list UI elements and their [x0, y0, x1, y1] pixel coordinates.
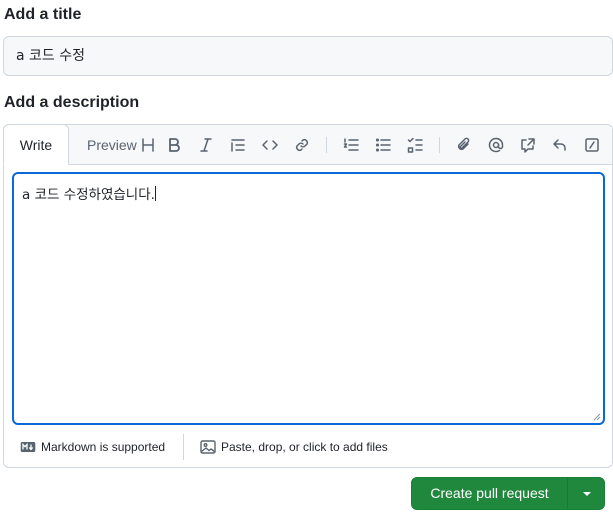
description-text: a 코드 수정하였습니다. — [22, 187, 155, 203]
toolbar-divider — [439, 137, 440, 153]
code-icon[interactable] — [258, 133, 282, 157]
title-label: Add a title — [4, 6, 82, 23]
description-editor: Write Preview a 코드 수정하였습니다. Markdown is … — [3, 124, 613, 468]
markdown-icon — [20, 442, 36, 452]
unordered-list-icon[interactable] — [371, 133, 395, 157]
mention-icon[interactable] — [484, 133, 508, 157]
italic-icon[interactable] — [194, 133, 218, 157]
toolbar-divider — [326, 137, 327, 153]
create-pull-request-button[interactable]: Create pull request — [412, 478, 567, 509]
caret-down-icon — [582, 491, 591, 496]
heading-icon[interactable] — [136, 133, 160, 157]
markdown-supported-link[interactable]: Markdown is supported — [20, 428, 165, 466]
description-textarea[interactable]: a 코드 수정하였습니다. — [12, 172, 605, 425]
text-caret — [154, 186, 156, 201]
editor-toolbar: Write Preview — [3, 124, 612, 165]
pr-options-dropdown[interactable] — [568, 478, 605, 509]
link-icon[interactable] — [290, 133, 314, 157]
bold-icon[interactable] — [162, 133, 186, 157]
title-input[interactable]: a 코드 수정 — [3, 36, 613, 76]
image-icon — [200, 440, 216, 454]
create-pull-request-button-group: Create pull request — [411, 477, 605, 510]
tab-preview[interactable]: Preview — [87, 125, 137, 165]
tab-write[interactable]: Write — [3, 124, 69, 165]
footer-divider — [183, 434, 184, 460]
add-files-button[interactable]: Paste, drop, or click to add files — [200, 428, 388, 466]
editor-footer: Markdown is supported Paste, drop, or cl… — [4, 428, 612, 466]
add-files-label: Paste, drop, or click to add files — [221, 440, 388, 454]
task-list-icon[interactable] — [403, 133, 427, 157]
ordered-list-icon[interactable] — [339, 133, 363, 157]
quote-icon[interactable] — [226, 133, 250, 157]
reply-icon[interactable] — [548, 133, 572, 157]
attach-icon[interactable] — [452, 133, 476, 157]
slash-command-icon[interactable] — [580, 133, 604, 157]
reference-icon[interactable] — [516, 133, 540, 157]
description-label: Add a description — [4, 94, 140, 111]
resize-handle-icon[interactable] — [593, 413, 601, 421]
markdown-label: Markdown is supported — [41, 440, 166, 454]
